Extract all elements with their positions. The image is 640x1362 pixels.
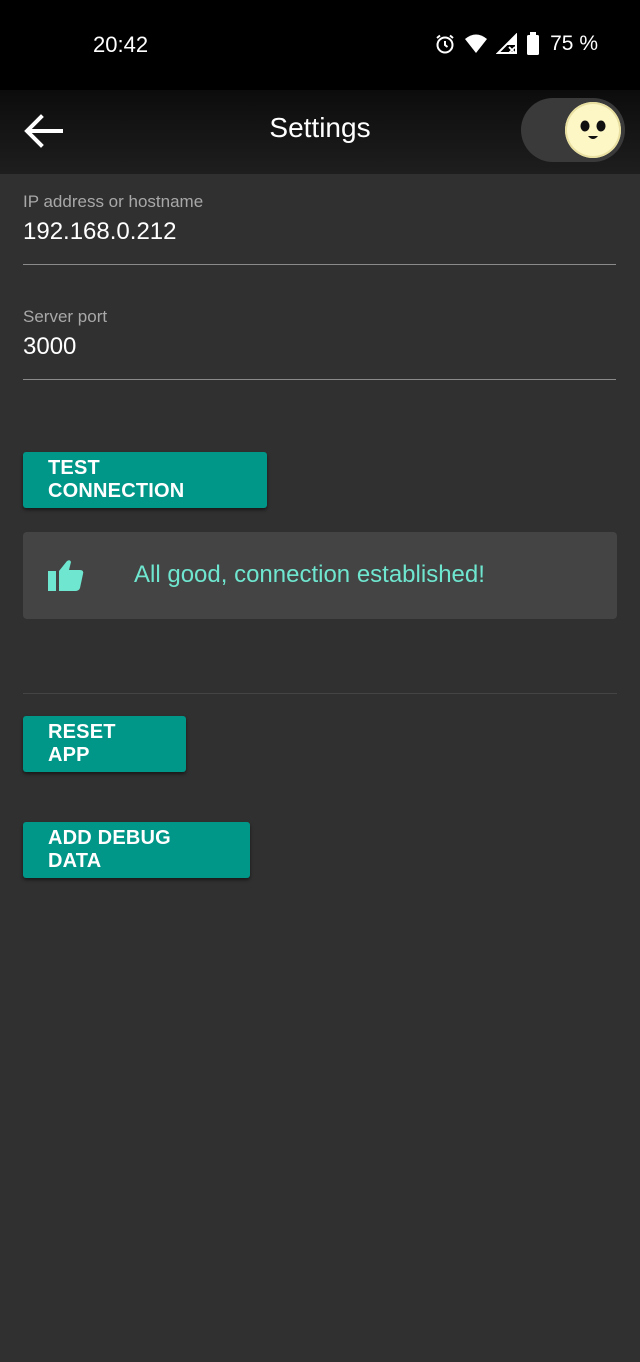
battery-percent: 75 %	[550, 32, 598, 55]
alarm-icon	[434, 33, 456, 55]
reset-app-button[interactable]: RESET APP	[23, 716, 186, 772]
status-bar: 20:42 75 %	[0, 0, 640, 90]
connection-status-message: All good, connection established!	[134, 561, 485, 588]
host-field-label: IP address or hostname	[23, 192, 204, 211]
wifi-icon	[464, 33, 488, 55]
port-field-label: Server port	[23, 307, 108, 326]
host-field-value[interactable]: 192.168.0.212	[23, 218, 616, 246]
app-bar: Settings	[0, 90, 640, 174]
status-time: 20:42	[93, 32, 149, 57]
port-field[interactable]: Server port 3000	[23, 307, 616, 380]
test-connection-button[interactable]: TEST CONNECTION	[23, 452, 267, 508]
divider	[23, 693, 617, 694]
add-debug-data-button[interactable]: ADD DEBUG DATA	[23, 822, 250, 878]
thumbs-up-icon	[47, 558, 85, 597]
signal-icon	[496, 33, 518, 55]
battery-icon	[526, 32, 540, 56]
connection-status-card: All good, connection established!	[23, 532, 617, 619]
smiley-face-icon	[580, 120, 606, 139]
toggle-knob	[565, 102, 621, 158]
theme-toggle[interactable]	[521, 98, 625, 162]
port-field-value[interactable]: 3000	[23, 333, 616, 361]
host-field[interactable]: IP address or hostname 192.168.0.212	[23, 192, 616, 265]
status-icons: 75 %	[434, 30, 598, 58]
